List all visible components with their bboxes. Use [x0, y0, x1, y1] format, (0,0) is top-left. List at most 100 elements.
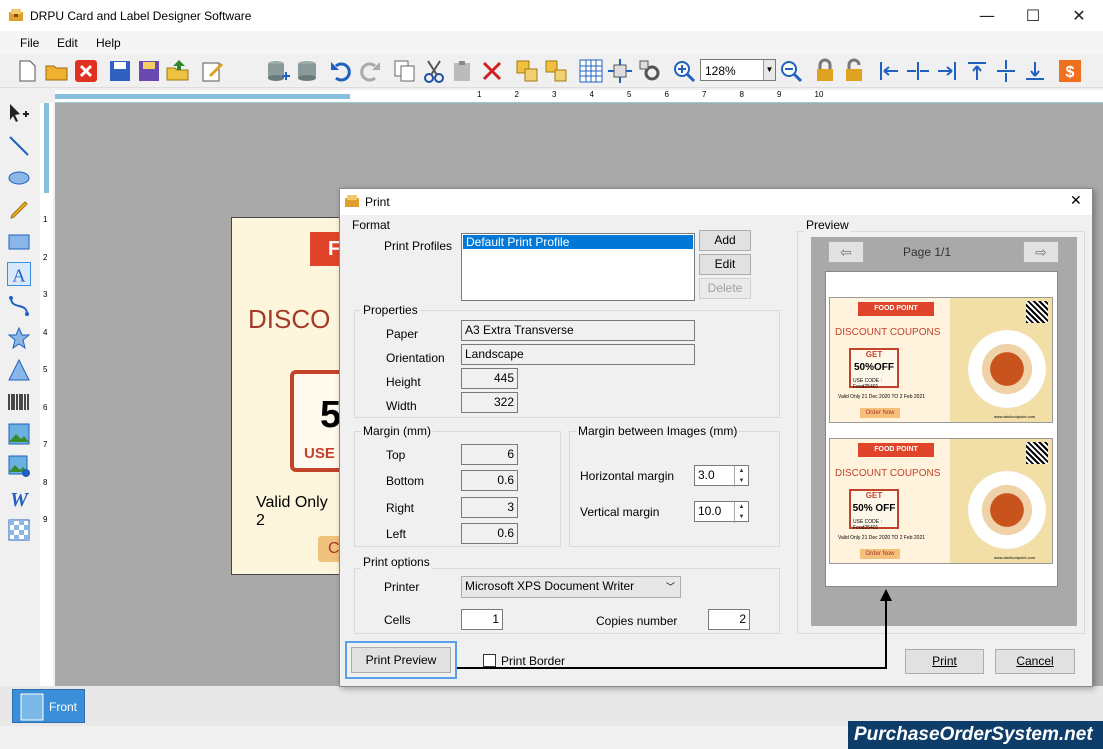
new-icon[interactable]: [14, 58, 40, 84]
pencil-icon[interactable]: [7, 198, 31, 222]
ruler-label: 6: [43, 402, 48, 412]
delete-profile-button[interactable]: Delete: [699, 278, 751, 299]
copies-label: Copies number: [596, 614, 678, 628]
export-icon[interactable]: [165, 58, 191, 84]
minimize-button[interactable]: —: [964, 0, 1010, 31]
align-bottom-icon[interactable]: [1022, 58, 1048, 84]
print-preview-button[interactable]: Print Preview: [351, 647, 451, 673]
save-icon[interactable]: [107, 58, 133, 84]
watermark-icon[interactable]: [7, 518, 31, 542]
align-middle-icon[interactable]: [993, 58, 1019, 84]
delete-icon[interactable]: [479, 58, 505, 84]
printer-value: Microsoft XPS Document Writer: [465, 579, 635, 593]
rectangle-icon[interactable]: [7, 230, 31, 254]
ruler-label: 3: [552, 90, 557, 99]
orientation-label: Orientation: [386, 351, 445, 365]
align-center-icon[interactable]: [905, 58, 931, 84]
qr-code-icon: [1026, 301, 1048, 323]
printer-label: Printer: [384, 580, 420, 594]
line-icon[interactable]: [7, 134, 31, 158]
cancel-button[interactable]: Cancel: [995, 649, 1075, 674]
svg-text:$: $: [1066, 64, 1075, 81]
center-icon[interactable]: [607, 58, 633, 84]
vertical-margin-label: Vertical margin: [580, 505, 660, 519]
coupon-order: Order Now: [860, 549, 900, 559]
copy-icon[interactable]: [392, 58, 418, 84]
image-library-icon[interactable]: [7, 454, 31, 478]
spinner-arrows-icon[interactable]: ▲ ▼: [734, 466, 748, 487]
margin-bottom-field[interactable]: 0.6: [461, 470, 518, 491]
spinner-arrows-icon[interactable]: ▲ ▼: [734, 502, 748, 523]
image-icon[interactable]: [7, 422, 31, 446]
edit-icon[interactable]: [200, 58, 226, 84]
triangle-icon[interactable]: [7, 358, 31, 382]
margin-left-field[interactable]: 0.6: [461, 523, 518, 544]
database-add-icon[interactable]: [265, 58, 291, 84]
zoom-in-icon[interactable]: [671, 58, 697, 84]
zoom-out-icon[interactable]: [778, 58, 804, 84]
maximize-button[interactable]: ☐: [1010, 0, 1056, 31]
margin-right-field[interactable]: 3: [461, 497, 518, 518]
save-as-icon[interactable]: [136, 58, 162, 84]
settings-icon[interactable]: [637, 58, 663, 84]
menu-file[interactable]: File: [20, 36, 39, 50]
chevron-down-icon[interactable]: ▼: [763, 60, 775, 80]
preview-next-button[interactable]: ⇨: [1023, 241, 1059, 263]
print-border-checkbox[interactable]: [483, 654, 496, 667]
menu-edit[interactable]: Edit: [57, 36, 78, 50]
ruler-label: 5: [43, 365, 48, 374]
edit-profile-button[interactable]: Edit: [699, 254, 751, 275]
svg-text:A: A: [12, 265, 26, 285]
redo-icon[interactable]: [357, 58, 383, 84]
close-button[interactable]: ✕: [1056, 0, 1102, 31]
print-button[interactable]: Print: [905, 649, 984, 674]
tab-front-label: Front: [49, 700, 78, 714]
print-profiles-list[interactable]: Default Print Profile: [461, 233, 695, 301]
barcode-icon[interactable]: [7, 390, 31, 414]
print-border-label: Print Border: [501, 654, 566, 668]
grid-icon[interactable]: [578, 58, 604, 84]
star-icon[interactable]: [7, 326, 31, 350]
add-profile-button[interactable]: Add: [699, 230, 751, 251]
paste-icon[interactable]: [450, 58, 476, 84]
open-icon[interactable]: [44, 58, 70, 84]
align-top-icon[interactable]: [964, 58, 990, 84]
group-icon[interactable]: [514, 58, 540, 84]
align-left-icon[interactable]: [876, 58, 902, 84]
horizontal-margin-spinner[interactable]: 3.0 ▲ ▼: [694, 465, 749, 487]
ellipse-icon[interactable]: [7, 166, 31, 190]
undo-icon[interactable]: [328, 58, 354, 84]
horizontal-margin-value: 3.0: [698, 468, 715, 482]
vertical-margin-spinner[interactable]: 10.0 ▲ ▼: [694, 501, 749, 523]
design-card[interactable]: F DISCO 5 USE Valid Only 2 C: [231, 217, 341, 575]
height-field[interactable]: 445: [461, 368, 518, 389]
database-icon[interactable]: [294, 58, 320, 84]
cells-field[interactable]: 1: [461, 609, 503, 630]
paper-field[interactable]: A3 Extra Transverse: [461, 320, 695, 341]
print-profile-item[interactable]: Default Print Profile: [463, 235, 693, 249]
close-file-icon[interactable]: [73, 58, 99, 84]
preview-prev-button[interactable]: ⇦: [828, 241, 864, 263]
margin-top-field[interactable]: 6: [461, 444, 518, 465]
pointer-icon[interactable]: [7, 102, 31, 126]
orientation-field[interactable]: Landscape: [461, 344, 695, 365]
buy-icon[interactable]: $: [1057, 58, 1083, 84]
tab-front[interactable]: Front: [12, 689, 85, 723]
zoom-select[interactable]: 128% ▼: [700, 59, 776, 81]
text-icon[interactable]: A: [7, 262, 31, 286]
cut-icon[interactable]: [421, 58, 447, 84]
word-art-icon[interactable]: W: [7, 486, 31, 510]
width-field[interactable]: 322: [461, 392, 518, 413]
printer-select[interactable]: Microsoft XPS Document Writer ﹀: [461, 576, 681, 598]
menu-help[interactable]: Help: [96, 36, 121, 50]
unlock-icon[interactable]: [841, 58, 867, 84]
ungroup-icon[interactable]: [543, 58, 569, 84]
lock-icon[interactable]: [812, 58, 838, 84]
print-button-label: Print: [932, 654, 957, 668]
dialog-close-button[interactable]: ✕: [1070, 193, 1082, 209]
curve-icon[interactable]: [7, 294, 31, 318]
copies-field[interactable]: 2: [708, 609, 750, 630]
align-right-icon[interactable]: [934, 58, 960, 84]
coupon-url: www.abcfoodpoint.com: [994, 555, 1036, 560]
window-title: DRPU Card and Label Designer Software: [30, 9, 252, 23]
